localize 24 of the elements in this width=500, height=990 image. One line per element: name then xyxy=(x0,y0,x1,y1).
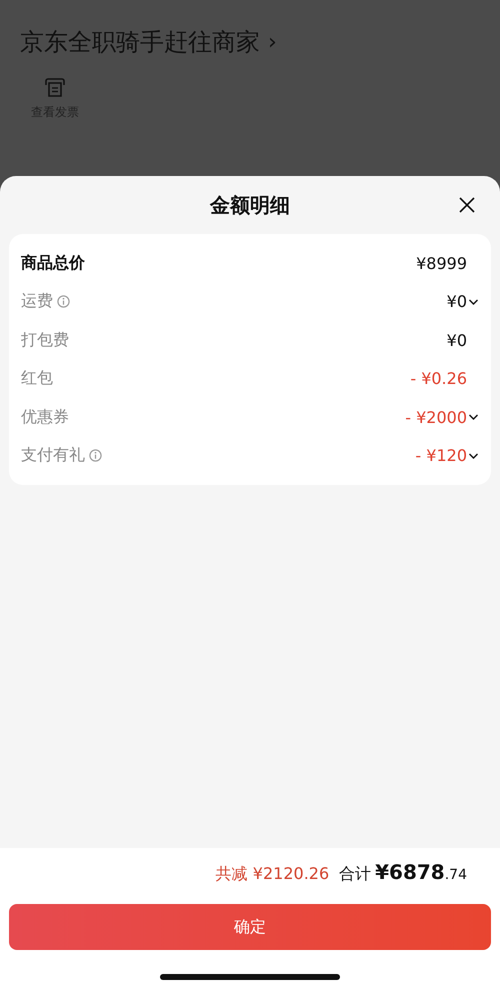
caret-icon[interactable] xyxy=(468,452,479,460)
row-label: 红包 xyxy=(21,368,53,390)
chevron-icon[interactable]: › xyxy=(268,30,277,54)
caret-icon[interactable] xyxy=(468,298,479,306)
row-label: 运费 xyxy=(21,291,53,312)
row-amount: - ¥2000 xyxy=(405,408,467,427)
total-label: 合计 xyxy=(339,864,372,885)
row-amount: - ¥120 xyxy=(415,446,467,466)
total-amount: ¥6878.74 xyxy=(375,860,467,884)
total-saving: 共减 ¥2120.26 xyxy=(216,864,330,885)
row-label: 商品总价 xyxy=(21,252,85,274)
row-amount: ¥8999 xyxy=(416,254,467,273)
confirm-button[interactable]: 确定 xyxy=(9,904,491,950)
row-amount: ¥0 xyxy=(446,330,467,350)
info-icon[interactable] xyxy=(57,295,70,308)
info-icon[interactable] xyxy=(89,449,102,462)
sheet-title: 金额明细 xyxy=(210,192,290,218)
row-label: 支付有礼 xyxy=(21,445,85,466)
row-amount: ¥0 xyxy=(446,292,467,312)
caret-icon[interactable] xyxy=(468,413,479,422)
row-label: 优惠券 xyxy=(21,406,69,428)
row-label: 打包费 xyxy=(21,330,69,351)
order-status-title[interactable]: 京东全职骑手赶往商家 xyxy=(20,26,260,58)
row-amount: - ¥0.26 xyxy=(410,369,467,388)
